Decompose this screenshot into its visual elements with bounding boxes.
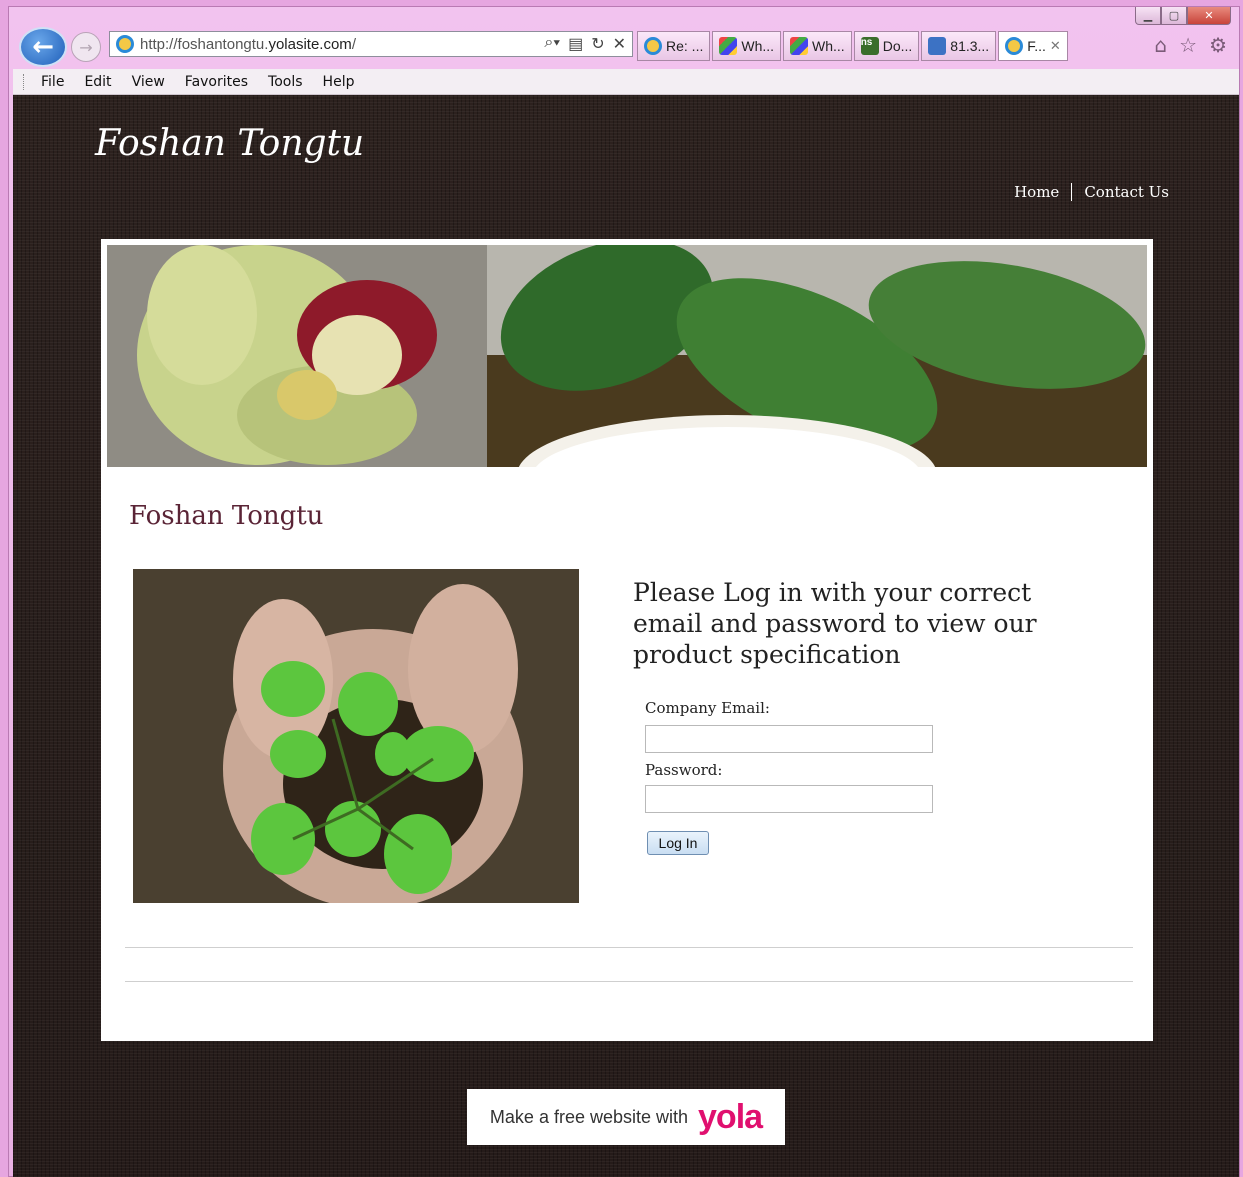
ie-icon — [1005, 37, 1024, 55]
top-navigation: Home Contact Us — [1014, 183, 1169, 201]
back-button[interactable]: ← — [19, 27, 67, 67]
forward-button[interactable]: → — [71, 32, 101, 62]
tab-1[interactable]: Re: ... — [637, 31, 711, 61]
menu-tools[interactable]: Tools — [268, 74, 303, 90]
nav-home[interactable]: Home — [1014, 183, 1059, 201]
log-in-button[interactable]: Log In — [647, 831, 709, 855]
tab-label: Do... — [882, 38, 913, 54]
url-domain: yolasite.com — [268, 35, 352, 53]
gear-icon[interactable]: ⚙ — [1209, 33, 1227, 57]
ie-icon — [644, 37, 662, 55]
yola-logo: yola — [698, 1097, 763, 1136]
maximize-button[interactable]: ▢ — [1161, 7, 1187, 25]
tab-label: Re: ... — [666, 38, 704, 54]
divider-line — [125, 947, 1133, 948]
company-email-label: Company Email: — [645, 699, 770, 717]
banner-image — [107, 245, 1147, 467]
tab-2[interactable]: Wh... — [712, 31, 782, 61]
url-suffix: / — [351, 35, 356, 53]
divider-line — [125, 981, 1133, 982]
site-title[interactable]: Foshan Tongtu — [95, 123, 364, 164]
hands-seedling-illustration — [133, 569, 579, 903]
browser-window: ▁ ▢ ✕ ← → http://foshantongtu. yolasite.c… — [8, 6, 1240, 1177]
navigation-bar: ← → http://foshantongtu. yolasite.com / ⌕▾… — [9, 25, 1239, 67]
google-icon — [790, 37, 809, 55]
tab-label: Wh... — [741, 38, 775, 54]
google-icon — [719, 37, 738, 55]
address-bar[interactable]: http://foshantongtu. yolasite.com / ⌕▾ ▤ ↻… — [109, 31, 633, 57]
orchid-leaves-illustration — [107, 245, 1147, 467]
menu-bar: File Edit View Favorites Tools Help — [13, 69, 1239, 95]
search-icon[interactable]: ⌕▾ — [544, 34, 560, 54]
menu-grip — [23, 74, 26, 90]
menu-file[interactable]: File — [41, 74, 64, 90]
refresh-icon[interactable]: ↻ — [591, 34, 604, 54]
password-input[interactable] — [645, 785, 933, 813]
seedling-photo — [133, 569, 579, 903]
tab-label: F... — [1027, 38, 1046, 54]
content-box: Foshan Tongtu Please Log in with your co… — [101, 239, 1153, 1041]
tab-6-active[interactable]: F... ✕ — [998, 31, 1068, 61]
menu-edit[interactable]: Edit — [84, 74, 111, 90]
window-controls: ▁ ▢ ✕ — [1135, 7, 1231, 27]
ie-page-icon — [116, 35, 134, 53]
menu-view[interactable]: View — [132, 74, 165, 90]
page-viewport: Foshan Tongtu Home Contact Us Foshan Ton… — [13, 95, 1239, 1177]
yola-badge[interactable]: Make a free website with yola — [467, 1089, 785, 1145]
menu-help[interactable]: Help — [323, 74, 355, 90]
yola-badge-text: Make a free website with — [489, 1106, 689, 1127]
tab-label: Wh... — [812, 38, 845, 54]
browser-right-icons: ⌂ ☆ ⚙ — [1154, 33, 1227, 57]
close-button[interactable]: ✕ — [1187, 7, 1231, 25]
url-prefix: http://foshantongtu. — [140, 35, 269, 53]
minimize-button[interactable]: ▁ — [1135, 7, 1161, 25]
address-tools: ⌕▾ ▤ ↻ ✕ — [544, 34, 626, 54]
tab-5[interactable]: 81.3... — [921, 31, 997, 61]
tab-4[interactable]: ns Do... — [853, 31, 920, 61]
tab-3[interactable]: Wh... — [783, 31, 852, 61]
home-icon[interactable]: ⌂ — [1154, 33, 1167, 57]
menu-favorites[interactable]: Favorites — [185, 74, 248, 90]
search-page-icon — [928, 37, 947, 55]
login-heading: Please Log in with your correct email an… — [633, 578, 1037, 669]
star-icon[interactable]: ☆ — [1179, 33, 1197, 57]
ns-icon: ns — [860, 37, 879, 55]
nav-contact-us[interactable]: Contact Us — [1084, 183, 1169, 201]
nav-divider — [1071, 183, 1073, 201]
compat-view-icon[interactable]: ▤ — [568, 34, 583, 54]
password-label: Password: — [645, 761, 723, 779]
company-email-input[interactable] — [645, 725, 933, 753]
stop-icon[interactable]: ✕ — [613, 34, 626, 54]
tab-label: 81.3... — [950, 38, 990, 54]
page-heading: Foshan Tongtu — [129, 501, 324, 531]
close-tab-icon[interactable]: ✕ — [1050, 38, 1061, 54]
tab-strip: Re: ... Wh... Wh... ns Do... 81.3... F..… — [637, 31, 1068, 61]
